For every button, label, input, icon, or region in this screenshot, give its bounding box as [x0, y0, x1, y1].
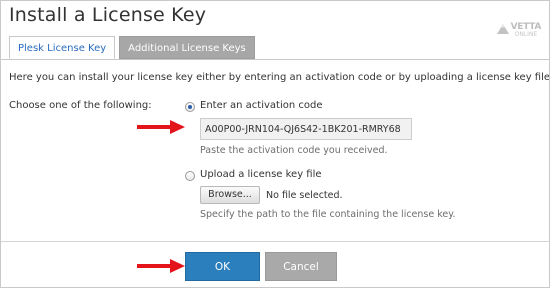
- activation-code-option-label[interactable]: Enter an activation code: [200, 100, 323, 111]
- ok-button[interactable]: OK: [185, 252, 260, 281]
- dialog-frame: Install a License Key VETTA ONLINE Plesk…: [0, 0, 550, 288]
- brand-subtitle: ONLINE: [514, 31, 538, 38]
- tab-plesk-license-key[interactable]: Plesk License Key: [9, 36, 116, 59]
- file-status: No file selected.: [266, 190, 343, 201]
- tab-additional-license-keys[interactable]: Additional License Keys: [119, 36, 255, 59]
- choose-option-label: Choose one of the following:: [9, 100, 152, 111]
- radio-activation-code[interactable]: [185, 102, 195, 112]
- cancel-button[interactable]: Cancel: [265, 252, 337, 281]
- tab-bar: Plesk License Key Additional License Key…: [9, 36, 255, 59]
- upload-file-option-label[interactable]: Upload a license key file: [200, 169, 322, 180]
- arrow-right-icon: [137, 259, 185, 273]
- tab-divider: [1, 59, 549, 60]
- brand-logo: VETTA ONLINE: [496, 22, 542, 39]
- brand-name: VETTA: [510, 22, 542, 32]
- page-title: Install a License Key: [9, 4, 207, 26]
- intro-text: Here you can install your license key ei…: [9, 72, 550, 83]
- upload-file-hint: Specify the path to the file containing …: [200, 209, 456, 220]
- arrow-right-icon: [137, 120, 185, 134]
- mountain-icon: [496, 24, 509, 34]
- browse-button[interactable]: Browse...: [200, 186, 260, 204]
- footer-divider: [1, 241, 549, 242]
- activation-code-hint: Paste the activation code you received.: [200, 145, 388, 156]
- radio-upload-file[interactable]: [185, 171, 195, 181]
- activation-code-input[interactable]: [200, 118, 412, 140]
